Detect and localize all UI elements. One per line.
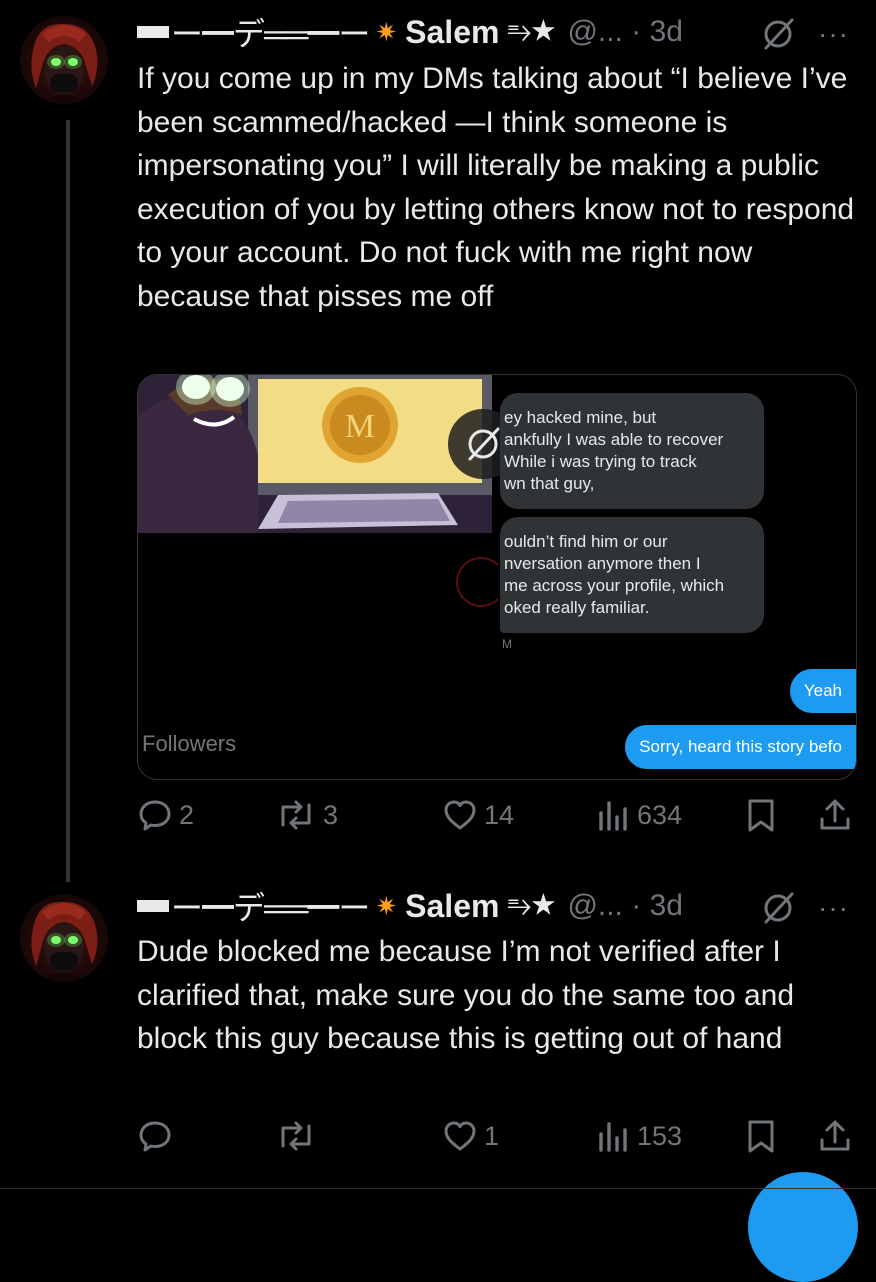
avatar[interactable] [20, 894, 108, 982]
svg-text:M: M [345, 408, 375, 445]
more-options-icon[interactable]: ··· [818, 18, 849, 50]
reply-icon [139, 1121, 171, 1152]
reply-button[interactable]: 2 [137, 797, 194, 833]
share-button[interactable] [817, 797, 853, 833]
grok-icon[interactable] [760, 890, 796, 926]
media-image[interactable]: M [138, 375, 492, 533]
views-button[interactable]: 153 [595, 1118, 682, 1154]
views-count: 634 [637, 799, 683, 830]
views-count: 153 [637, 1120, 683, 1151]
repost-button[interactable]: 3 [275, 797, 338, 833]
thread-line [66, 120, 70, 882]
avatar[interactable] [20, 16, 108, 104]
share-icon [820, 799, 850, 830]
repost-icon [281, 800, 311, 830]
reply-count: 2 [179, 799, 195, 830]
dm-message-out: Sorry, heard this story befo [625, 725, 856, 769]
share-icon [820, 1120, 850, 1151]
views-button[interactable]: 634 [595, 797, 682, 833]
tweet-actions: 2 3 14 634 [137, 797, 857, 841]
display-name-prefix[interactable]: ー━デ══━ー [137, 9, 370, 55]
bookmark-icon [748, 799, 774, 832]
views-icon [599, 801, 627, 831]
burst-emoji-icon: ✷ [375, 16, 398, 47]
burst-emoji-icon: ✷ [375, 890, 398, 921]
dm-message-in: ouldn’t find him or our nversation anymo… [500, 517, 764, 633]
timestamp[interactable]: 3d [650, 15, 683, 48]
bookmark-button[interactable] [745, 1118, 777, 1154]
media-card[interactable]: M ey hacked mine, but ankfully I was abl… [137, 374, 857, 780]
tweet-2[interactable]: ー━デ══━ー ✷ Salem ⥱★ @... · 3d ··· Dude bl… [0, 880, 876, 1282]
dm-message-out: Yeah [789, 669, 856, 713]
display-name-suffix: ⥱★ [507, 15, 556, 48]
handle[interactable]: @... · 3d [567, 889, 683, 923]
display-name-suffix: ⥱★ [507, 889, 556, 922]
bookmark-button[interactable] [745, 797, 777, 833]
bookmark-icon [748, 1120, 774, 1153]
views-icon [599, 1122, 627, 1152]
like-count: 14 [484, 799, 515, 830]
like-button[interactable]: 14 [442, 797, 514, 833]
like-button[interactable]: 1 [442, 1118, 499, 1154]
display-name-prefix[interactable]: ー━デ══━ー [137, 883, 370, 929]
display-name[interactable]: Salem [405, 888, 499, 925]
timestamp[interactable]: 3d [650, 889, 683, 922]
reply-button[interactable] [137, 1118, 173, 1154]
reply-icon [139, 800, 171, 831]
dm-timestamp: M [502, 637, 512, 651]
tweet-1[interactable]: ー━デ══━ー ✷ Salem ⥱★ @... · 3d ··· If you … [0, 0, 876, 882]
tweet-actions: 1 153 [137, 1118, 857, 1162]
tweet-text: Dude blocked me because I’m not verified… [137, 935, 795, 1055]
display-name[interactable]: Salem [405, 14, 499, 51]
handle[interactable]: @... · 3d [567, 15, 683, 49]
like-count: 1 [484, 1120, 500, 1151]
repost-icon [281, 1121, 311, 1151]
tweet-header: ー━デ══━ー ✷ Salem ⥱★ @... · 3d [137, 886, 683, 926]
bottom-divider [0, 1188, 876, 1189]
tweet-text: If you come up in my DMs talking about “… [137, 62, 855, 313]
more-options-icon[interactable]: ··· [818, 892, 849, 924]
dm-message-in: ey hacked mine, but ankfully I was able … [500, 393, 764, 509]
repost-button[interactable] [275, 1118, 317, 1154]
card-footer-label: Followers [142, 731, 237, 756]
tweet-header: ー━デ══━ー ✷ Salem ⥱★ @... · 3d [137, 12, 683, 52]
grok-icon[interactable] [760, 16, 796, 52]
repost-count: 3 [323, 799, 339, 830]
share-button[interactable] [817, 1118, 853, 1154]
heart-icon [444, 1121, 476, 1151]
heart-icon [444, 800, 476, 830]
loading-spinner-icon [456, 557, 506, 607]
